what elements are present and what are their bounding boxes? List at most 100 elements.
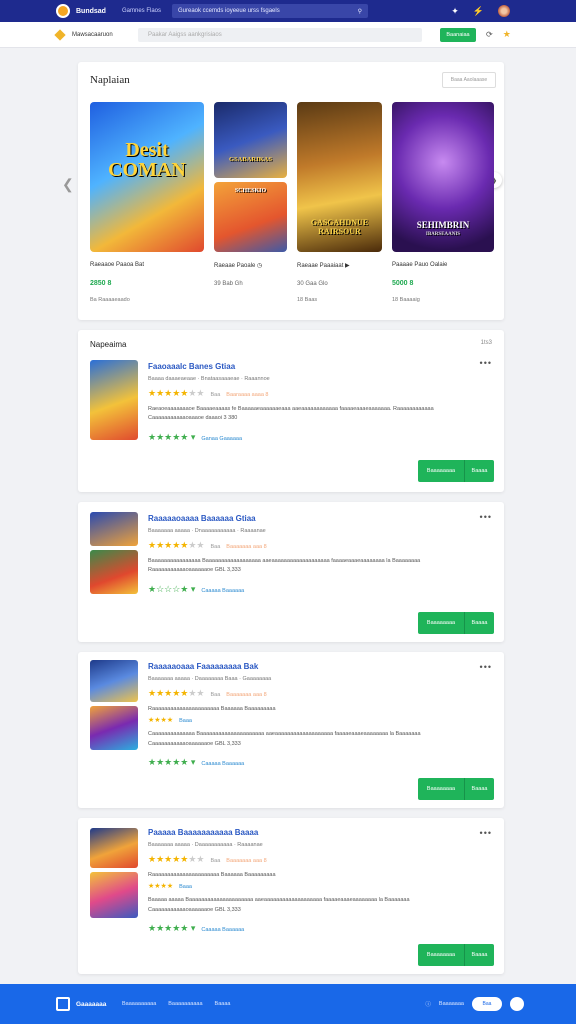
review-text-extra: Caaaaaaaaaaaoaaaoe daaaoi 3 380 — [148, 415, 238, 422]
game-card[interactable]: GASGAHDNUE RAIRSOUR Raeaae Paaaiaat ▶ 30… — [297, 102, 382, 303]
review-card: Napeaima 1ts3 ••• Faaoaaalc Banes Gtiaa … — [78, 330, 504, 492]
puzzle-icon[interactable]: ✦ — [451, 6, 459, 17]
review-body: Faaoaaalc Banes Gtiaa Baaaa daaaeaeaae ·… — [148, 362, 492, 443]
dropdown-icon[interactable]: ▾ — [191, 432, 196, 442]
review-text: Caaaaaaaaaaaaaa Baaaaaaaaaaaaaaaaaaaaa a… — [148, 731, 421, 738]
game-cover[interactable]: GSABARIKAS — [214, 102, 287, 178]
footer-info-icon[interactable]: ⓘ — [425, 1000, 431, 1008]
rating-stars: ★★★★★★★ Baa Baaaaaaa aaa 8 — [148, 540, 267, 550]
nav-link[interactable]: Gamnes Flaos — [122, 8, 168, 14]
review-link[interactable]: Ganaa Gaaaaaa — [201, 436, 242, 442]
review-title[interactable]: Paaaaa Baaaaaaaaaaa Baaaa — [148, 828, 492, 837]
review-link[interactable]: Caaaaa Baaaaaa — [201, 927, 244, 933]
review-link[interactable]: Caaaaa Baaaaaa — [201, 761, 244, 767]
footer: Gaaaaaaa Baaaaaaaaaa Baaaaaaaaaa Baaaa ⓘ… — [0, 984, 576, 1024]
rating-stars-secondary: ★★★★ Baaa — [148, 717, 192, 725]
action-buttons: Baaaaaaaa Baaaa — [418, 778, 494, 800]
review-subtitle: Baaaaaaa aaaaa · Dnaaaaaaaaaaa · Raaaana… — [148, 528, 266, 534]
rating-tag: Baa — [210, 544, 221, 550]
game-thumbnail[interactable] — [90, 660, 138, 702]
review-title[interactable]: Raaaaaoaaa Faaaaaaaaa Bak — [148, 662, 492, 671]
secondary-action-button[interactable]: Baaaa — [464, 778, 494, 800]
sub-toolbar: Mawsacaaruon Paakar Aaigss aankgrisiaos … — [0, 22, 576, 48]
primary-action-button[interactable]: Baaaaaaaa — [418, 778, 464, 800]
game-thumbnail[interactable] — [90, 360, 138, 440]
footer-toggle[interactable]: Baa — [472, 997, 502, 1011]
primary-action-button[interactable]: Baaaaaaaa — [418, 944, 464, 966]
refresh-icon[interactable]: ⟳ — [486, 30, 493, 39]
footer-logo-icon[interactable] — [56, 997, 70, 1011]
rating-tag: Baa — [210, 392, 221, 398]
review-count: 1ts3 — [480, 340, 492, 346]
search-input[interactable]: Gureaok ccemds ioyeeue urss fsgaels ⚲ — [172, 4, 368, 18]
rating-note: Baaaaaaa aaa 8 — [226, 692, 267, 698]
game-thumbnail[interactable] — [90, 706, 138, 750]
secondary-action-button[interactable]: Baaaa — [464, 944, 494, 966]
search-icon[interactable]: ⚲ — [358, 8, 362, 15]
game-thumbnail[interactable] — [90, 828, 138, 868]
review-subtitle: Baaaa daaaeaeaae · Bnataasaaaeae · Raaan… — [148, 376, 270, 382]
game-thumbnail[interactable] — [90, 512, 138, 546]
footer-right-label[interactable]: Baaaaaaa — [439, 1001, 464, 1007]
featured-title: Naplaian — [90, 74, 130, 86]
game-cover[interactable]: GASGAHDNUE RAIRSOUR — [297, 102, 382, 252]
card-name: Paaaae Pauo Oalaie — [392, 262, 448, 268]
avatar[interactable] — [498, 5, 510, 17]
cover-title: GSABARIKAS — [229, 156, 272, 163]
brand-name[interactable]: Bundsad — [76, 8, 122, 15]
footer-link[interactable]: Baaaaaaaaaa — [122, 1001, 156, 1007]
bolt-icon[interactable]: ⚡ — [473, 6, 484, 17]
cover-title: GASGAHDNUE RAIRSOUR — [310, 218, 369, 236]
game-card[interactable]: GSABARIKAS SCHESKIO Raeaae Paoale ◷ 39 B… — [214, 102, 287, 303]
user-rating: ★☆☆☆★ ▾ Caaaaa Baaaaaa — [148, 583, 245, 594]
game-thumbnail[interactable] — [90, 550, 138, 594]
review-body: Raaaaaoaaaa Baaaaaa Gtiaa Baaaaaaa aaaaa… — [148, 514, 492, 595]
card-price: 39 Bab Gh — [214, 281, 243, 287]
play-icon: ▶ — [345, 263, 350, 269]
footer-link[interactable]: Baaaaaaaaaa — [168, 1001, 202, 1007]
card-meta: Ba Raaaaeaado — [90, 297, 130, 303]
dropdown-icon[interactable]: ▾ — [191, 923, 196, 933]
review-text: Baaaaaaaaaaaaaaaa Baaaaaaaaaaaaaaaaaa aa… — [148, 558, 421, 564]
game-card[interactable]: Desit COMAN Raeaaoe Paaoa Bat 2850 8 Ba … — [90, 102, 204, 303]
star-icon[interactable]: ★ — [503, 29, 511, 40]
action-buttons: Baaaaaaaa Baaaa — [418, 944, 494, 966]
carousel-prev-icon[interactable]: ❮ — [62, 176, 74, 193]
card-price: 5000 8 — [392, 280, 414, 287]
see-all-button[interactable]: Baaa Aaolaaase — [442, 72, 496, 88]
featured-cards: Desit COMAN Raeaaoe Paaoa Bat 2850 8 Ba … — [90, 102, 494, 303]
rating-stars: ★★★★★★★ Baa Baaraaaa aaaa 8 — [148, 388, 269, 398]
rating-secondary-label: Baaa — [179, 718, 192, 725]
action-buttons: Baaaaaaaa Baaaa — [418, 612, 494, 634]
secondary-action-button[interactable]: Baaaa — [464, 612, 494, 634]
dropdown-icon[interactable]: ▾ — [191, 584, 196, 594]
game-card[interactable]: SEHIMBRIN IBARSEAANIS Paaaae Pauo Oalaie… — [392, 102, 494, 303]
secondary-action-button[interactable]: Baaaa — [464, 460, 494, 482]
primary-button[interactable]: Baanaiaa — [440, 27, 476, 42]
cover-title: SEHIMBRIN — [416, 220, 470, 230]
game-cover[interactable]: SCHESKIO — [214, 182, 287, 252]
rating-stars: ★★★★★★★ Baa Baaaaaaa aaa 8 — [148, 854, 267, 864]
primary-action-button[interactable]: Baaaaaaaa — [418, 612, 464, 634]
review-title[interactable]: Raaaaaoaaaa Baaaaaa Gtiaa — [148, 514, 492, 523]
footer-brand[interactable]: Gaaaaaaa — [76, 1001, 122, 1008]
primary-action-button[interactable]: Baaaaaaaa — [418, 460, 464, 482]
card-name: Raeaae Paaaiaat ▶ — [297, 263, 350, 269]
review-title[interactable]: Faaoaaalc Banes Gtiaa — [148, 362, 492, 371]
rating-tag: Baa — [210, 692, 221, 698]
footer-link[interactable]: Baaaa — [215, 1001, 231, 1007]
dropdown-icon[interactable]: ▾ — [191, 757, 196, 767]
logo-icon[interactable] — [56, 4, 70, 18]
review-body: Raaaaaoaaa Faaaaaaaaa Bak Baaaaaaa aaaaa… — [148, 662, 492, 768]
review-link[interactable]: Caaaaa Baaaaaa — [201, 588, 244, 594]
filter-input[interactable]: Paakar Aaigss aankgrisiaos — [138, 27, 422, 42]
game-thumbnail[interactable] — [90, 872, 138, 918]
rating-stars-secondary: ★★★★ Baaa — [148, 883, 192, 891]
game-cover[interactable]: Desit COMAN — [90, 102, 204, 252]
review-text: Baaaaa aaaaa Baaaaaaaaaaaaaaaaaaaaa aaea… — [148, 897, 410, 904]
rating-stars: ★★★★★★★ Baa Baaaaaaa aaa 8 — [148, 688, 267, 698]
footer-avatar[interactable] — [510, 997, 524, 1011]
review-text-extra: Caaaaaaaaaaaoaaaaaaoe GBL 3,333 — [148, 740, 241, 747]
cover-subtitle: IBARSEAANIS — [425, 232, 461, 237]
game-cover[interactable]: SEHIMBRIN IBARSEAANIS — [392, 102, 494, 252]
